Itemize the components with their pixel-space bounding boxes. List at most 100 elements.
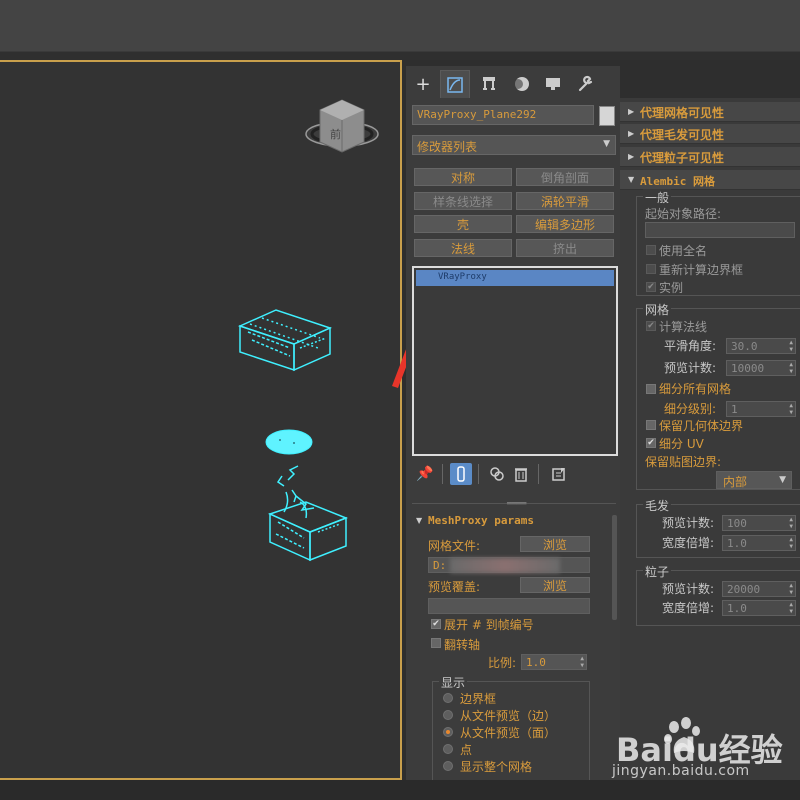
subdiv-level-spinner[interactable]: 1 ▲ ▼ xyxy=(726,401,796,417)
instance-checkbox[interactable]: ✔ xyxy=(646,282,656,292)
make-unique-icon[interactable] xyxy=(486,463,508,485)
display-tab-icon[interactable] xyxy=(538,70,568,98)
spinner-arrows-icon[interactable]: ▲ ▼ xyxy=(789,601,793,615)
pin-stack-icon[interactable]: 📌 xyxy=(414,463,436,485)
keep-geo-boundary-checkbox[interactable] xyxy=(646,420,656,430)
motion-tab-icon[interactable] xyxy=(506,70,536,98)
start-path-field[interactable] xyxy=(645,222,795,238)
expand-frame-label: 展开 # 到帧编号 xyxy=(444,618,534,632)
object-color-swatch[interactable] xyxy=(599,106,615,126)
particles-width-mult-value: 1.0 xyxy=(727,602,747,615)
subdivide-all-label: 细分所有网格 xyxy=(659,382,732,396)
hair-preview-count-spinner[interactable]: 100 ▲ ▼ xyxy=(722,515,796,531)
use-fullname-checkbox[interactable] xyxy=(646,245,656,255)
modifier-button-shell[interactable]: 壳 xyxy=(414,215,512,233)
end-result-icon xyxy=(457,466,465,482)
utilities-tab-icon[interactable] xyxy=(570,70,600,98)
command-panel-tabs: + xyxy=(408,70,593,98)
watermark-url: jingyan.baidu.com xyxy=(612,763,750,779)
keep-map-boundary-dropdown[interactable]: 内部 ▼ xyxy=(716,471,792,489)
smooth-angle-spinner[interactable]: 30.0 ▲ ▼ xyxy=(726,338,796,354)
spinner-arrows-icon[interactable]: ▲ ▼ xyxy=(789,361,793,375)
display-preview-edges-radio[interactable] xyxy=(443,710,453,720)
meshproxy-rollout-title[interactable]: MeshProxy params xyxy=(428,514,534,527)
spinner-arrows-icon[interactable]: ▲ ▼ xyxy=(789,516,793,530)
keep-geo-boundary-label: 保留几何体边界 xyxy=(659,419,744,433)
mesh-file-browse-button[interactable]: 浏览 xyxy=(520,536,590,552)
configure-sets-icon[interactable] xyxy=(548,463,570,485)
subdiv-level-label: 细分级别: xyxy=(664,402,717,416)
viewcube-front-label: 前 xyxy=(330,127,341,141)
subdivide-all-checkbox[interactable] xyxy=(646,384,656,394)
mesh-preview-count-value: 10000 xyxy=(731,362,765,375)
rollout-title: Alembic 网格 xyxy=(640,175,715,188)
hair-width-mult-label: 宽度倍增: xyxy=(662,536,715,550)
spinner-arrows-icon[interactable]: ▲ ▼ xyxy=(580,655,584,669)
configure-icon xyxy=(552,468,565,481)
display-icon xyxy=(546,78,560,90)
preview-browse-button[interactable]: 浏览 xyxy=(520,577,590,593)
expand-frame-checkbox[interactable]: ✔ xyxy=(431,619,441,629)
modifier-stack[interactable]: VRayProxy xyxy=(412,266,618,456)
display-option-label: 从文件预览（边） xyxy=(460,709,557,723)
smooth-angle-label: 平滑角度: xyxy=(664,339,717,353)
scale-spinner[interactable]: 1.0 ▲ ▼ xyxy=(521,654,587,670)
toolbar-separator xyxy=(442,464,443,484)
preview-override-label: 预览覆盖: xyxy=(428,580,481,594)
command-panel-scrollbar[interactable] xyxy=(612,515,617,620)
modifier-list-dropdown[interactable]: 修改器列表 ▼ xyxy=(412,135,616,155)
proxy-object-plant[interactable] xyxy=(267,465,349,562)
modifier-button-spline-select[interactable]: 样条线选择 xyxy=(414,192,512,210)
proxy-object-box[interactable] xyxy=(237,309,333,372)
modifier-button-turbosmooth[interactable]: 涡轮平滑 xyxy=(516,192,614,210)
keep-map-boundary-label: 保留贴图边界: xyxy=(645,455,722,469)
mesh-group-title: 网格 xyxy=(643,301,672,318)
modifier-button-bevel-profile[interactable]: 倒角剖面 xyxy=(516,168,614,186)
spinner-arrows-icon[interactable]: ▲ ▼ xyxy=(789,339,793,353)
particles-width-mult-spinner[interactable]: 1.0 ▲ ▼ xyxy=(722,600,796,616)
mesh-preview-count-spinner[interactable]: 10000 ▲ ▼ xyxy=(726,360,796,376)
hair-width-mult-spinner[interactable]: 1.0 ▲ ▼ xyxy=(722,535,796,551)
compute-normals-checkbox[interactable]: ✔ xyxy=(646,321,656,331)
display-preview-faces-radio[interactable] xyxy=(443,727,453,737)
hierarchy-tab-icon[interactable] xyxy=(474,70,504,98)
modify-tab-icon[interactable] xyxy=(440,70,470,98)
create-tab-plus-icon[interactable]: + xyxy=(408,70,438,98)
modifier-button-symmetry[interactable]: 对称 xyxy=(414,168,512,186)
viewcube[interactable]: 前 xyxy=(305,99,379,153)
modifier-button-normal[interactable]: 法线 xyxy=(414,239,512,257)
display-points-radio[interactable] xyxy=(443,744,453,754)
status-bar xyxy=(0,780,800,800)
collapse-triangle-icon: ▼ xyxy=(628,175,635,184)
modifier-button-extrude[interactable]: 挤出 xyxy=(516,239,614,257)
spinner-arrows-icon[interactable]: ▲ ▼ xyxy=(789,582,793,596)
show-end-result-icon[interactable] xyxy=(450,463,472,485)
perspective-viewport[interactable]: 前 xyxy=(0,60,402,780)
expand-triangle-icon: ▶ xyxy=(628,107,635,116)
rollout-title: 代理粒子可见性 xyxy=(640,151,725,165)
rollout-proxy-particle-visibility[interactable]: ▶ 代理粒子可见性 xyxy=(620,147,800,167)
scale-label: 比例: xyxy=(488,656,517,670)
expand-triangle-icon: ▶ xyxy=(628,152,635,161)
preview-path-field[interactable] xyxy=(428,598,590,614)
subdiv-uv-checkbox[interactable]: ✔ xyxy=(646,438,656,448)
flip-axis-checkbox[interactable] xyxy=(431,638,441,648)
display-whole-mesh-radio[interactable] xyxy=(443,761,453,771)
display-option-label: 边界框 xyxy=(460,692,497,706)
display-bbox-radio[interactable] xyxy=(443,693,453,703)
particles-preview-count-spinner[interactable]: 20000 ▲ ▼ xyxy=(722,581,796,597)
rollout-proxy-hair-visibility[interactable]: ▶ 代理毛发可见性 xyxy=(620,124,800,144)
rollout-proxy-mesh-visibility[interactable]: ▶ 代理网格可见性 xyxy=(620,102,800,122)
spinner-arrows-icon[interactable]: ▲ ▼ xyxy=(789,402,793,416)
modifier-button-edit-poly[interactable]: 编辑多边形 xyxy=(516,215,614,233)
particles-preview-count-label: 预览计数: xyxy=(662,582,715,596)
recompute-bounds-checkbox[interactable] xyxy=(646,264,656,274)
stack-item-vrayproxy[interactable]: VRayProxy xyxy=(416,270,614,286)
general-group-title: 一般 xyxy=(643,189,672,206)
proxy-object-disc[interactable] xyxy=(265,429,313,455)
remove-modifier-trash-icon[interactable] xyxy=(510,463,532,485)
object-name-field[interactable]: VRayProxy_Plane292 xyxy=(412,105,594,125)
rollout-collapse-triangle-icon[interactable]: ▼ xyxy=(416,516,422,525)
rollout-alembic-mesh[interactable]: ▼ Alembic 网格 xyxy=(620,170,800,190)
spinner-arrows-icon[interactable]: ▲ ▼ xyxy=(789,536,793,550)
